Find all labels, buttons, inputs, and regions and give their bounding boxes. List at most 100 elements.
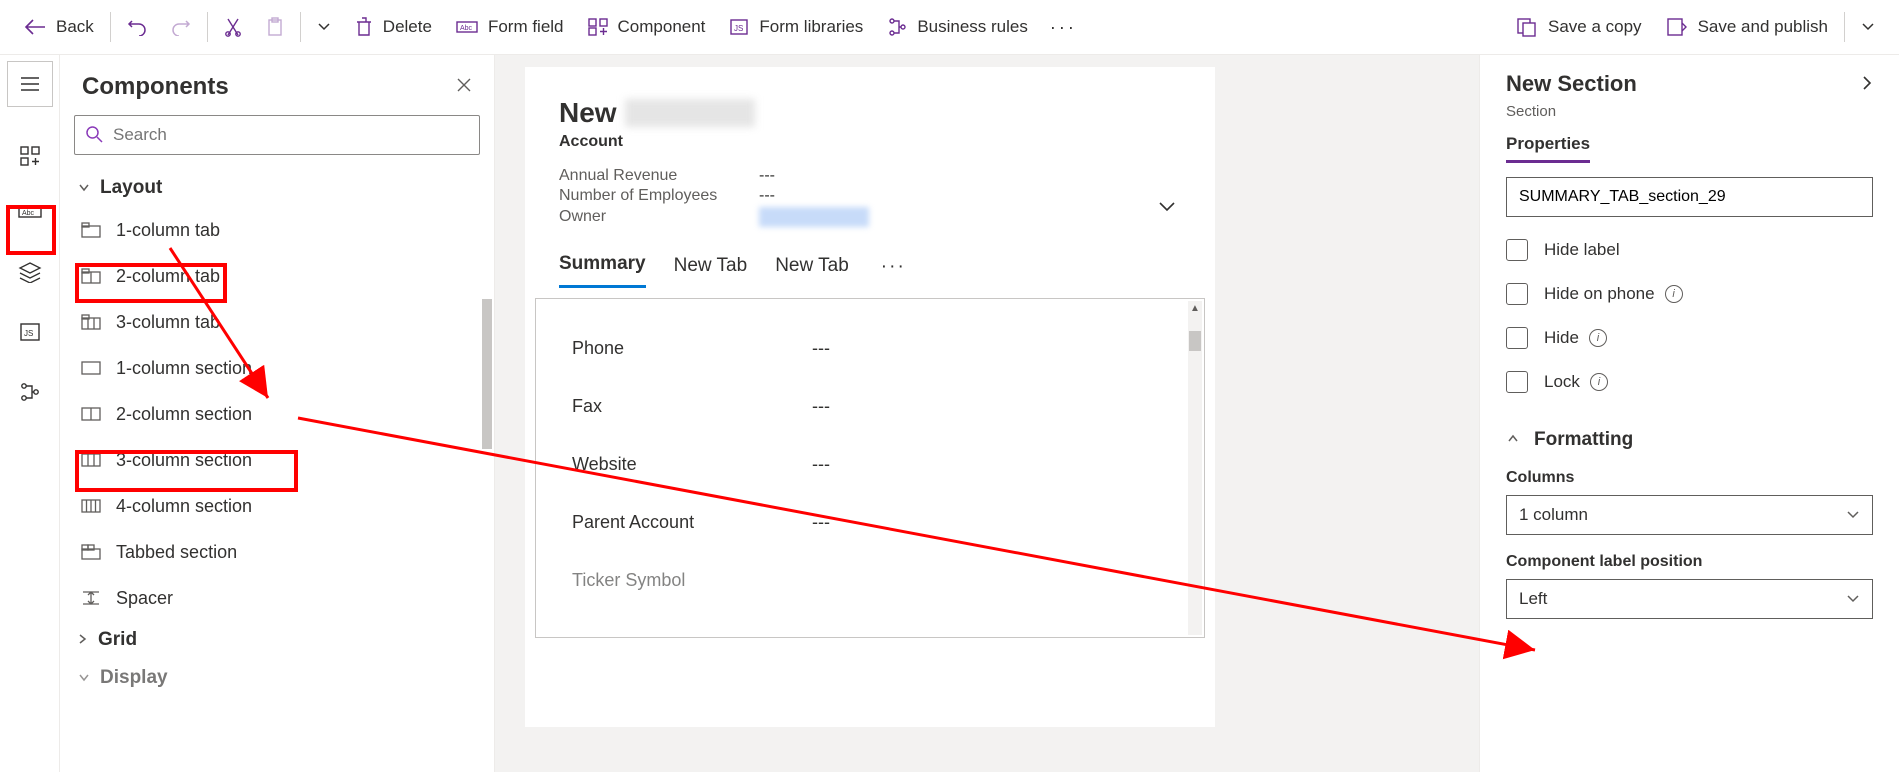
cut-button[interactable] (212, 0, 254, 55)
fax-value[interactable]: --- (812, 396, 830, 417)
hide-label-text: Hide label (1544, 240, 1620, 260)
label-position-select[interactable]: Left (1506, 579, 1873, 619)
separator (110, 12, 111, 42)
more-commands[interactable]: ··· (1040, 0, 1087, 55)
form-title-prefix: New (559, 97, 617, 129)
website-value[interactable]: --- (812, 454, 830, 475)
hide-on-phone-checkbox[interactable] (1506, 283, 1528, 305)
section4-icon (78, 499, 104, 513)
entity-type: Account (559, 133, 1181, 151)
label-position-label: Component label position (1506, 553, 1873, 571)
fax-label: Fax (572, 396, 812, 417)
component-icon (588, 18, 608, 36)
item-label: 1-column section (116, 358, 252, 379)
columns-select[interactable]: 1 column (1506, 495, 1873, 535)
inner-scrollbar[interactable]: ▲ (1188, 301, 1202, 635)
label-position-value: Left (1519, 589, 1547, 609)
rail-components-button[interactable] (7, 133, 53, 179)
phone-value[interactable]: --- (812, 338, 830, 359)
save-publish-button[interactable]: Save and publish (1654, 0, 1840, 55)
chevron-down-icon (1846, 592, 1860, 607)
save-copy-button[interactable]: Save a copy (1504, 0, 1654, 55)
panel-expand-chevron[interactable] (1861, 73, 1873, 96)
form-libraries-button[interactable]: JS Form libraries (717, 0, 875, 55)
lock-checkbox[interactable] (1506, 371, 1528, 393)
search-icon (85, 125, 103, 146)
tab-summary[interactable]: Summary (559, 253, 646, 288)
rail-js-button[interactable]: JS (7, 309, 53, 355)
hide-label-checkbox[interactable] (1506, 239, 1528, 261)
hamburger-button[interactable] (7, 61, 53, 107)
info-icon[interactable]: i (1589, 329, 1607, 347)
info-icon[interactable]: i (1665, 285, 1683, 303)
item-2-column-section[interactable]: 2-column section (60, 391, 494, 437)
group-grid-label: Grid (98, 629, 137, 651)
properties-tab[interactable]: Properties (1506, 134, 1590, 163)
item-1-column-tab[interactable]: 1-column tab (60, 207, 494, 253)
properties-panel: New Section Section Properties Hide labe… (1479, 55, 1899, 772)
item-label: 2-column section (116, 404, 252, 425)
chevron-down-icon (1506, 432, 1520, 448)
website-label: Website (572, 454, 812, 475)
scrollbar-thumb[interactable] (482, 299, 492, 449)
paste-button[interactable] (254, 0, 296, 55)
item-3-column-tab[interactable]: 3-column tab (60, 299, 494, 345)
form-field-icon: Abc (456, 19, 478, 35)
spacer-icon (78, 589, 104, 607)
close-panel-button[interactable] (456, 77, 472, 98)
component-button[interactable]: Component (576, 0, 718, 55)
redo-button[interactable] (159, 0, 203, 55)
form-field-button[interactable]: Abc Form field (444, 0, 576, 55)
annual-revenue-label: Annual Revenue (559, 167, 759, 185)
tab1-icon (78, 222, 104, 238)
section1-icon (78, 361, 104, 375)
ticker-label: Ticker Symbol (572, 570, 812, 591)
rail-fields-button[interactable]: Abc (7, 189, 53, 235)
undo-button[interactable] (115, 0, 159, 55)
back-label: Back (56, 17, 94, 37)
item-2-column-tab[interactable]: 2-column tab (60, 253, 494, 299)
hide-checkbox[interactable] (1506, 327, 1528, 349)
section2-icon (78, 407, 104, 421)
item-spacer[interactable]: Spacer (60, 575, 494, 621)
tab-new1[interactable]: New Tab (674, 255, 748, 287)
business-rules-button[interactable]: Business rules (875, 0, 1040, 55)
save-copy-icon (1516, 17, 1538, 37)
group-layout[interactable]: Layout (60, 169, 494, 207)
group-display[interactable]: Display (60, 659, 494, 697)
search-input[interactable] (74, 115, 480, 155)
save-publish-label: Save and publish (1698, 17, 1828, 37)
item-label: 3-column section (116, 450, 252, 471)
separator (207, 12, 208, 42)
item-4-column-section[interactable]: 4-column section (60, 483, 494, 529)
form-body[interactable]: Phone --- Fax --- Website --- Parent Acc… (535, 298, 1205, 638)
dropdown-chevron[interactable] (305, 0, 343, 55)
business-rules-label: Business rules (917, 17, 1028, 37)
formatting-group[interactable]: Formatting (1534, 429, 1633, 451)
item-1-column-section[interactable]: 1-column section (60, 345, 494, 391)
form-field-label: Form field (488, 17, 564, 37)
tab-new2[interactable]: New Tab (775, 255, 849, 287)
paste-icon (266, 17, 284, 37)
annual-revenue-value: --- (759, 167, 775, 185)
header-expand-chevron[interactable] (1157, 197, 1177, 220)
tab3-icon (78, 314, 104, 330)
item-tabbed-section[interactable]: Tabbed section (60, 529, 494, 575)
delete-button[interactable]: Delete (343, 0, 444, 55)
back-button[interactable]: Back (12, 0, 106, 55)
scroll-thumb[interactable] (1189, 331, 1201, 351)
item-3-column-section[interactable]: 3-column section (60, 437, 494, 483)
component-label: Component (618, 17, 706, 37)
parent-value[interactable]: --- (812, 512, 830, 533)
phone-label: Phone (572, 338, 812, 359)
info-icon[interactable]: i (1590, 373, 1608, 391)
rail-rules-button[interactable] (7, 369, 53, 415)
svg-text:Abc: Abc (22, 210, 35, 217)
tab-overflow[interactable]: ··· (877, 256, 910, 278)
search-input-field[interactable] (113, 125, 469, 145)
group-grid[interactable]: Grid (60, 621, 494, 659)
section-name-input[interactable] (1506, 177, 1873, 217)
save-publish-chevron[interactable] (1849, 0, 1887, 55)
parent-label: Parent Account (572, 512, 812, 533)
rail-layers-button[interactable] (7, 249, 53, 295)
